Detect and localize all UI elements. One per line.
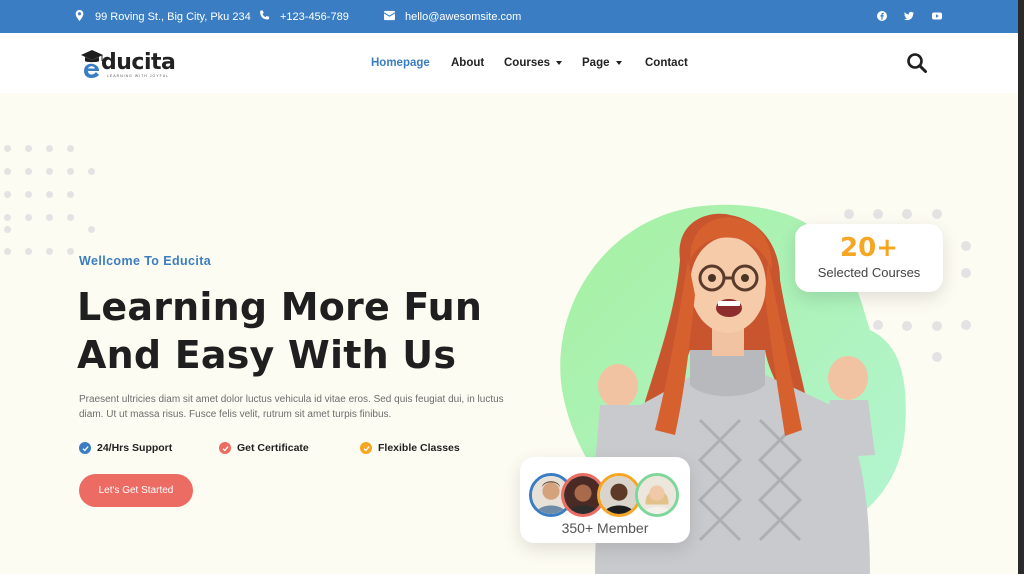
email-info[interactable]: hello@awesomsite.com: [384, 0, 521, 33]
youtube-icon[interactable]: [932, 11, 942, 21]
facebook-icon[interactable]: [877, 11, 887, 21]
feature-certificate-label: Get Certificate: [237, 442, 309, 454]
nav-homepage[interactable]: Homepage: [371, 33, 430, 93]
hero-eyebrow: Wellcome To Educita: [79, 254, 212, 268]
feature-flexible: Flexible Classes: [360, 442, 460, 454]
email-text: hello@awesomsite.com: [405, 10, 522, 23]
nav-contact[interactable]: Contact: [645, 33, 688, 93]
courses-stat-label: Selected Courses: [817, 265, 921, 280]
members-count-label: 350+ Member: [561, 520, 649, 536]
nav-about-label: About: [451, 57, 485, 69]
top-info-bar: 99 Roving St., Big City, Pku 234 +123-45…: [0, 0, 1018, 33]
phone-text: +123-456-789: [280, 10, 349, 23]
site-logo[interactable]: ducita LEARNING WITH JOYFUL: [79, 47, 179, 81]
nav-page-label: Page: [582, 57, 610, 69]
nav-courses-label: Courses: [504, 57, 551, 69]
check-circle-icon: [79, 442, 91, 454]
page: 99 Roving St., Big City, Pku 234 +123-45…: [0, 0, 1018, 574]
nav-contact-label: Contact: [645, 57, 688, 69]
check-circle-icon: [219, 442, 231, 454]
search-icon[interactable]: [906, 52, 928, 74]
members-card: 350+ Member: [520, 457, 690, 543]
logo-tagline: LEARNING WITH JOYFUL: [107, 74, 170, 78]
nav-homepage-label: Homepage: [371, 57, 430, 69]
envelope-icon: [384, 10, 395, 24]
get-started-button[interactable]: Let's Get Started: [79, 474, 193, 507]
hero-headline: Learning More Fun And Easy With Us: [77, 283, 537, 379]
nav-about[interactable]: About: [451, 33, 484, 93]
phone-info[interactable]: +123-456-789: [259, 0, 349, 33]
nav-courses[interactable]: Courses: [504, 33, 563, 93]
address-text: 99 Roving St., Big City, Pku 234: [95, 10, 251, 23]
feature-flexible-label: Flexible Classes: [378, 442, 460, 454]
courses-stat-number: 20+: [840, 233, 898, 263]
window-edge: [1018, 0, 1024, 574]
avatar: [635, 473, 679, 517]
hero-headline-line-2: And Easy With Us: [77, 333, 457, 377]
address-info: 99 Roving St., Big City, Pku 234: [74, 0, 251, 33]
chevron-down-icon: [615, 61, 622, 65]
feature-support-label: 24/Hrs Support: [97, 442, 173, 454]
feature-certificate: Get Certificate: [219, 442, 309, 454]
main-navbar: ducita LEARNING WITH JOYFUL Homepage Abo…: [0, 33, 1018, 93]
hero-description: Praesent ultricies diam sit amet dolor l…: [79, 394, 504, 420]
logo-wordmark: ducita: [101, 50, 176, 75]
phone-icon: [259, 10, 270, 24]
courses-stat-card: 20+ Selected Courses: [795, 224, 943, 292]
chevron-down-icon: [556, 61, 563, 65]
nav-page[interactable]: Page: [582, 33, 622, 93]
twitter-icon[interactable]: [904, 11, 914, 21]
feature-support: 24/Hrs Support: [79, 442, 172, 454]
location-pin-icon: [74, 9, 85, 24]
hero-headline-line-1: Learning More Fun: [77, 285, 483, 329]
check-circle-icon: [360, 442, 372, 454]
